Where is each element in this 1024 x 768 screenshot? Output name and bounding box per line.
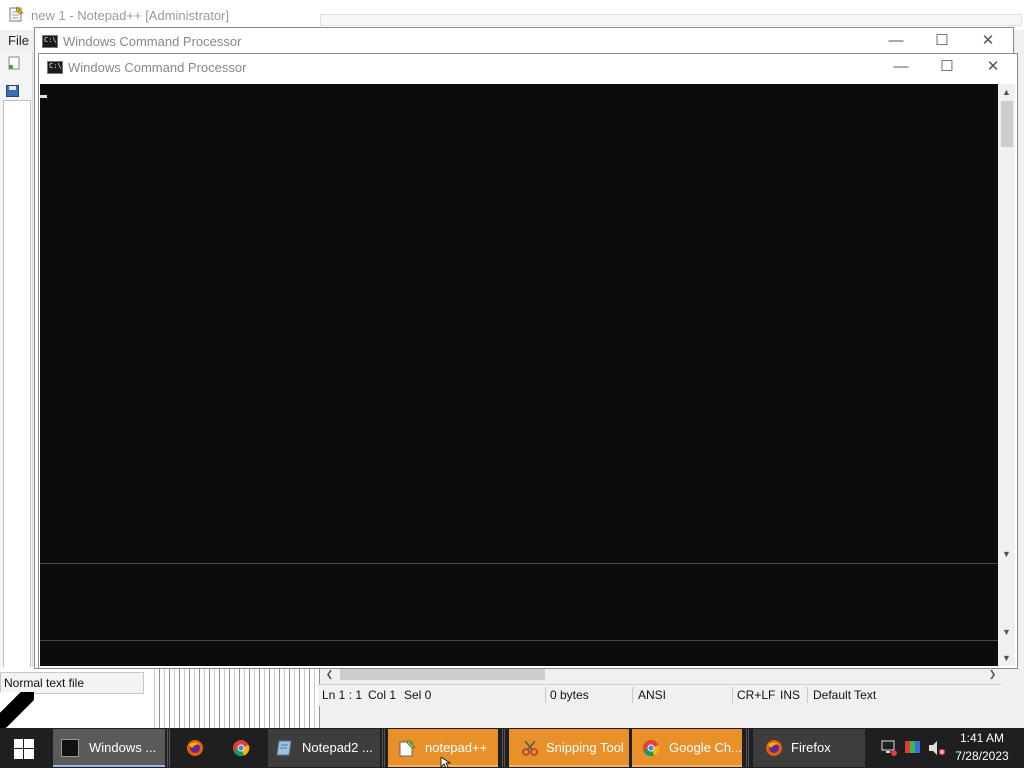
- scroll-down-icon[interactable]: ▼: [998, 546, 1015, 563]
- scroll-down-icon[interactable]: ▼: [998, 624, 1015, 641]
- taskbar-item-notepad2[interactable]: Notepad2 ...: [268, 729, 380, 767]
- cmd-icon: [42, 35, 58, 48]
- taskbar-separator: [382, 729, 386, 767]
- console-cursor: [40, 95, 47, 98]
- scroll-up-icon[interactable]: ▲: [998, 84, 1015, 101]
- taskbar-separator: [167, 729, 171, 767]
- display-settings-icon[interactable]: [904, 739, 922, 757]
- status-insert-mode[interactable]: INS: [780, 688, 800, 702]
- start-button[interactable]: [0, 729, 50, 767]
- console-vertical-scrollbar[interactable]: [998, 84, 1015, 666]
- status-line-endings[interactable]: CR+LF: [737, 688, 775, 702]
- scroll-down-icon[interactable]: ▼: [998, 650, 1015, 667]
- console-output[interactable]: [40, 84, 998, 666]
- clock-date[interactable]: 7/28/2023: [950, 749, 1014, 763]
- volume-muted-icon[interactable]: [927, 739, 947, 757]
- notepadpp-app-icon: [8, 6, 24, 22]
- windows-icon: [14, 739, 34, 759]
- scissors-icon: [522, 740, 538, 756]
- notepad2-icon: [276, 740, 292, 756]
- cmd-back-title: Windows Command Processor: [63, 34, 242, 49]
- maximize-icon[interactable]: ☐: [924, 53, 970, 81]
- notepadpp-title: new 1 - Notepad++ [Administrator]: [31, 8, 229, 23]
- status-divider: [545, 687, 546, 703]
- taskbar-item-firefox[interactable]: Firefox: [753, 729, 865, 767]
- taskbar-item-firefox-pinned[interactable]: [176, 729, 216, 767]
- cmd-icon: [47, 61, 63, 74]
- taskbar-separator: [502, 729, 506, 767]
- status-divider: [732, 687, 733, 703]
- taskbar-separator: [746, 729, 750, 767]
- status-selection: Sel 0: [404, 688, 432, 702]
- cmd-front-title: Windows Command Processor: [68, 60, 247, 75]
- notepad2-scroll-thumb[interactable]: [340, 669, 545, 680]
- close-icon[interactable]: ✕: [965, 27, 1011, 55]
- maximize-icon[interactable]: ☐: [919, 27, 965, 55]
- firefox-icon: [766, 740, 782, 756]
- chrome-icon: [643, 740, 660, 757]
- notepadpp-status-filetype: Normal text file: [0, 672, 144, 694]
- notepadpp-editor-area[interactable]: [3, 100, 31, 669]
- notepad2-statusbar: Ln 1 : 1 Col 1 Sel 0 0 bytes ANSI CR+LF …: [318, 684, 1001, 706]
- menu-file[interactable]: File: [8, 33, 29, 48]
- window-artifact-corner: [0, 692, 34, 728]
- console-divider: [40, 563, 998, 564]
- mouse-pointer-icon: [440, 757, 452, 768]
- minimize-icon[interactable]: —: [878, 53, 924, 81]
- status-scheme[interactable]: Default Text: [813, 688, 876, 702]
- clock-time[interactable]: 1:41 AM: [956, 731, 1008, 745]
- notepadpp-icon: [399, 739, 416, 757]
- save-icon[interactable]: [6, 84, 20, 97]
- taskbar-item-cmd[interactable]: Windows ...: [53, 729, 165, 767]
- console-divider: [40, 640, 998, 641]
- close-icon[interactable]: ✕: [970, 53, 1016, 81]
- taskbar-item-google-chrome[interactable]: Google Ch...: [632, 729, 742, 767]
- minimize-icon[interactable]: —: [873, 27, 919, 55]
- chrome-icon: [233, 740, 250, 757]
- network-icon[interactable]: [880, 739, 898, 757]
- firefox-icon: [187, 740, 203, 756]
- status-column: Col 1: [368, 688, 397, 702]
- new-file-icon[interactable]: [7, 56, 21, 70]
- status-encoding[interactable]: ANSI: [638, 688, 666, 702]
- console-scroll-thumb[interactable]: [1001, 101, 1013, 147]
- taskbar-item-chrome-pinned[interactable]: [222, 729, 262, 767]
- status-divider: [632, 687, 633, 703]
- status-size: 0 bytes: [550, 688, 589, 702]
- background-window-edge: [320, 14, 1022, 26]
- cmd-icon: [61, 739, 79, 757]
- window-artifact-stripes: [150, 668, 320, 728]
- taskbar-item-snipping-tool[interactable]: Snipping Tool: [509, 729, 629, 767]
- status-position: Ln 1 : 1: [322, 688, 363, 702]
- status-divider: [807, 687, 808, 703]
